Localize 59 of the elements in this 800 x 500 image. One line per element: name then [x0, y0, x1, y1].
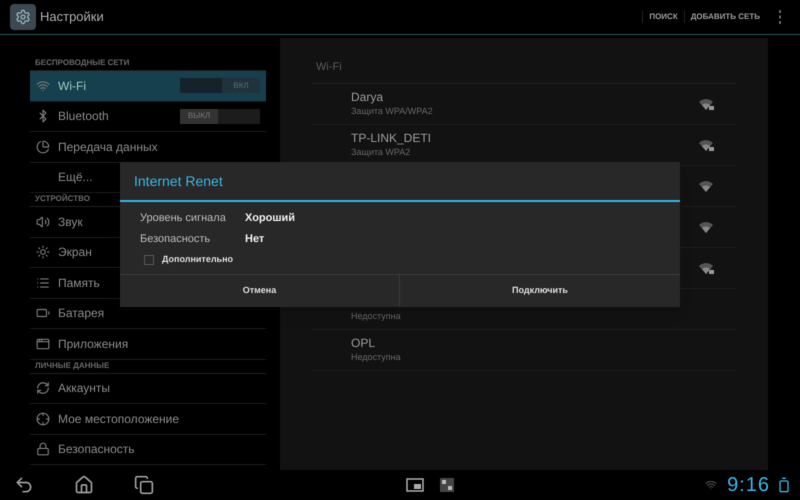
network-status: Защита WPA2 — [351, 146, 410, 159]
network-name: TP-LINK_DETI — [351, 130, 432, 146]
sidebar-item-label: Экран — [58, 244, 92, 262]
sidebar-item-label: Приложения — [58, 336, 128, 353]
sun-icon — [36, 245, 50, 260]
wifi-icon — [36, 78, 50, 93]
sidebar-item-label: Звук — [58, 214, 83, 231]
network-name: Darya — [351, 90, 384, 105]
overflow-menu-icon[interactable] — [778, 10, 782, 24]
pie-chart-icon — [36, 140, 50, 154]
refresh-icon — [36, 381, 50, 396]
recent-apps-icon[interactable] — [134, 475, 154, 495]
dialog-button[interactable]: Отмена — [120, 275, 400, 307]
section-header: УСТРОЙСТВО — [35, 195, 90, 203]
sidebar-item-label: Память — [58, 274, 100, 292]
network-status: Недоступна — [351, 350, 401, 364]
network-status: Защита WPA/WPA2 — [351, 104, 433, 118]
sidebar-item[interactable]: Bluetooth ВЫКЛ — [30, 102, 266, 132]
panel-header: Wi-Fi — [316, 61, 342, 73]
field-label: Безопасность — [140, 232, 212, 248]
lock-icon — [36, 442, 50, 456]
sidebar-item-label: Безопасность — [58, 441, 135, 458]
sidebar-item-label: Аккаунты — [58, 380, 110, 398]
crosshair-icon — [36, 412, 50, 426]
app-title: Настройки — [40, 8, 104, 26]
sidebar-item-label: Ещё... — [58, 169, 93, 186]
speaker-icon — [36, 214, 50, 229]
sidebar-item-label: Bluetooth — [58, 108, 109, 126]
network-row[interactable]: Darya Защита WPA/WPA2 — [312, 84, 736, 125]
app-window-icon — [36, 336, 50, 351]
action-bar-button[interactable]: ДОБАВИТЬ СЕТЬ — [684, 11, 766, 23]
field-label: Уровень сигнала — [140, 211, 227, 226]
network-name: OPL — [351, 336, 376, 351]
sidebar-item[interactable]: Безопасность — [30, 434, 266, 465]
sidebar-item-label: Wi-Fi — [58, 78, 86, 95]
list-icon — [36, 276, 50, 290]
dialog-title: Internet Renet — [134, 172, 223, 190]
sidebar-item-label: Мое местоположение — [58, 410, 180, 428]
sidebar-item[interactable]: Мое местоположение — [30, 404, 266, 434]
sidebar-item[interactable]: Приложения — [30, 329, 266, 360]
section-header: ЛИЧНЫЕ ДАННЫЕ — [35, 362, 110, 370]
sidebar-item-label: Передача данных — [58, 138, 158, 156]
sidebar-item-label: Батарея — [58, 305, 104, 322]
field-value: Хороший — [245, 211, 296, 226]
clock: 9:16 — [727, 473, 770, 498]
sidebar-item[interactable]: Wi-Fi ВКЛ — [30, 71, 266, 102]
section-header: БЕСПРОВОДНЫЕ СЕТИ — [35, 59, 130, 67]
network-status: Недоступна — [351, 310, 401, 323]
sidebar-item[interactable]: Аккаунты — [30, 374, 266, 404]
checkbox[interactable] — [144, 254, 154, 265]
screenshot-icon[interactable] — [406, 478, 424, 492]
back-icon[interactable] — [14, 475, 34, 495]
action-bar-button[interactable]: ПОИСК — [642, 11, 684, 23]
field-value: Нет — [245, 232, 264, 248]
grid-icon[interactable] — [440, 478, 454, 492]
network-row[interactable]: OPL Недоступна — [312, 330, 736, 371]
checkbox-label: Дополнительно — [162, 253, 234, 266]
home-icon[interactable] — [74, 475, 94, 495]
settings-app-icon[interactable] — [10, 4, 36, 30]
